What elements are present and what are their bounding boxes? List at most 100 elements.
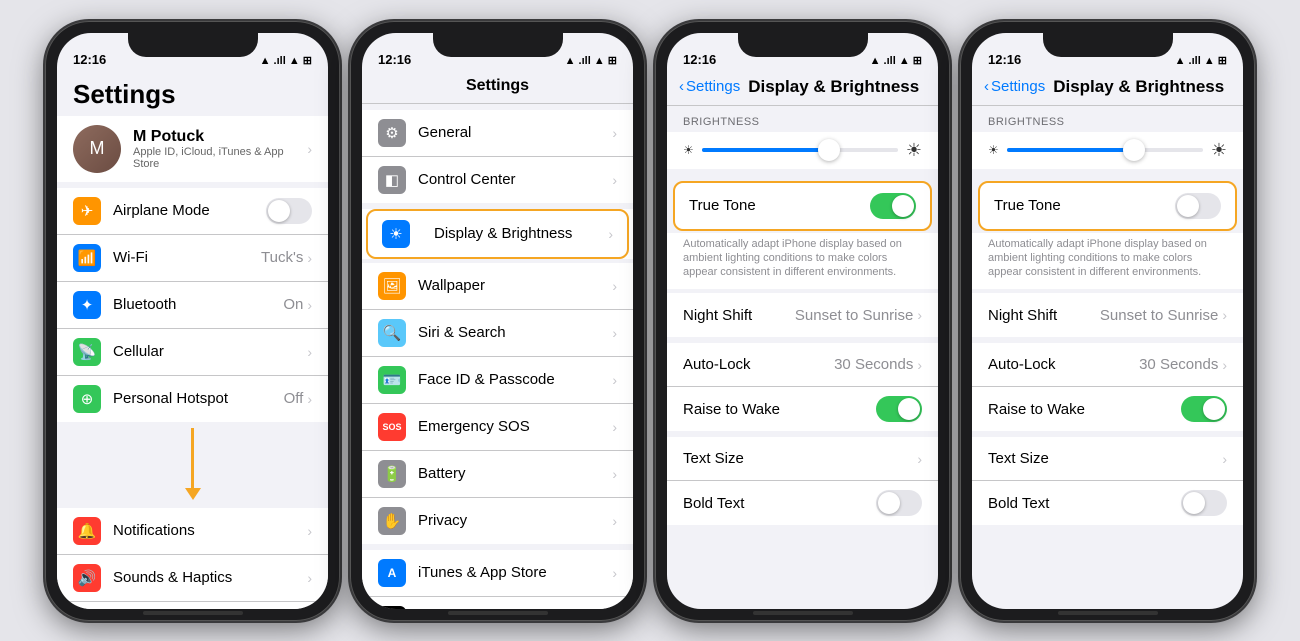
display-rows-group-4: Night Shift Sunset to Sunrise ›	[972, 293, 1243, 337]
true-tone-label-4: True Tone	[994, 197, 1175, 214]
true-tone-row-3[interactable]: True Tone	[675, 183, 930, 229]
status-icons-2: ▲ .ıll ▲ ⊞	[565, 54, 617, 67]
auto-lock-label-4: Auto-Lock	[988, 356, 1139, 373]
true-tone-label-3: True Tone	[689, 197, 870, 214]
menu-group2: 🖼 Wallpaper › 🔍 Siri & Search › 🪪 Face I…	[362, 263, 633, 544]
text-size-row-4[interactable]: Text Size ›	[972, 437, 1243, 481]
auto-lock-row-3[interactable]: Auto-Lock 30 Seconds ›	[667, 343, 938, 387]
screen-3: 12:16 ▲ .ıll ▲ ⊞ ‹ Settings Display & Br…	[667, 33, 938, 609]
true-tone-desc-3: Automatically adapt iPhone display based…	[667, 233, 938, 290]
emergency-sos-row[interactable]: SOS Emergency SOS ›	[362, 404, 633, 451]
brightness-thumb-4[interactable]	[1123, 139, 1145, 161]
raise-to-wake-row-4[interactable]: Raise to Wake	[972, 387, 1243, 431]
control-center-row[interactable]: ◧ Control Center ›	[362, 157, 633, 203]
settings-nav-header: Settings	[362, 71, 633, 104]
text-group-4: Text Size › Bold Text	[972, 437, 1243, 525]
display-highlighted-container[interactable]: ☀ Display & Brightness ›	[362, 209, 633, 259]
notifications-label: Notifications	[113, 522, 307, 539]
face-id-row[interactable]: 🪪 Face ID & Passcode ›	[362, 357, 633, 404]
battery-icon: 🔋	[378, 460, 406, 488]
emergency-sos-label: Emergency SOS	[418, 418, 612, 435]
raise-to-wake-toggle-4[interactable]	[1181, 396, 1227, 422]
battery-label: Battery	[418, 465, 612, 482]
profile-subtitle: Apple ID, iCloud, iTunes & App Store	[133, 146, 307, 170]
hotspot-row[interactable]: ⊕ Personal Hotspot Off ›	[57, 376, 328, 422]
wallet-row[interactable]: 👜 Wallet & Apple Pay ›	[362, 597, 633, 609]
wallpaper-row[interactable]: 🖼 Wallpaper ›	[362, 263, 633, 310]
brightness-fill-3	[702, 148, 829, 152]
hotspot-chevron: ›	[307, 391, 312, 407]
brightness-thumb-3[interactable]	[818, 139, 840, 161]
bold-text-row-3[interactable]: Bold Text	[667, 481, 938, 525]
true-tone-toggle-4[interactable]	[1175, 193, 1221, 219]
back-button-4[interactable]: ‹ Settings	[984, 78, 1045, 95]
general-menu-label: General	[418, 124, 612, 141]
notifications-row[interactable]: 🔔 Notifications ›	[57, 508, 328, 555]
text-size-row-3[interactable]: Text Size ›	[667, 437, 938, 481]
menu-group1: ⚙ General › ◧ Control Center ›	[362, 110, 633, 203]
back-button-3[interactable]: ‹ Settings	[679, 78, 740, 95]
bluetooth-row[interactable]: ✦ Bluetooth On ›	[57, 282, 328, 329]
raise-to-wake-label-4: Raise to Wake	[988, 401, 1181, 418]
brightness-row-4[interactable]: ☀ ☀	[972, 132, 1243, 169]
profile-row[interactable]: M M Potuck Apple ID, iCloud, iTunes & Ap…	[57, 116, 328, 182]
brightness-row-3[interactable]: ☀ ☀	[667, 132, 938, 169]
airplane-toggle[interactable]	[266, 198, 312, 224]
hotspot-label: Personal Hotspot	[113, 390, 284, 407]
airplane-row[interactable]: ✈ Airplane Mode	[57, 188, 328, 235]
auto-lock-row-4[interactable]: Auto-Lock 30 Seconds ›	[972, 343, 1243, 387]
bold-text-toggle-3[interactable]	[876, 490, 922, 516]
status-time-4: 12:16	[988, 52, 1021, 67]
battery-chevron: ›	[612, 466, 617, 482]
true-tone-highlighted-3[interactable]: True Tone	[673, 181, 932, 231]
bold-text-toggle-4[interactable]	[1181, 490, 1227, 516]
auto-lock-label-3: Auto-Lock	[683, 356, 834, 373]
raise-to-wake-row-3[interactable]: Raise to Wake	[667, 387, 938, 431]
face-id-icon: 🪪	[378, 366, 406, 394]
arrow-indicator	[185, 428, 201, 500]
sounds-row[interactable]: 🔊 Sounds & Haptics ›	[57, 555, 328, 602]
back-label-3: Settings	[686, 78, 740, 95]
privacy-icon: ✋	[378, 507, 406, 535]
wallpaper-label: Wallpaper	[418, 277, 612, 294]
itunes-row[interactable]: A iTunes & App Store ›	[362, 550, 633, 597]
night-shift-row-4[interactable]: Night Shift Sunset to Sunrise ›	[972, 293, 1243, 337]
notch-4	[1043, 33, 1173, 57]
text-size-label-3: Text Size	[683, 450, 917, 467]
siri-row[interactable]: 🔍 Siri & Search ›	[362, 310, 633, 357]
battery-row[interactable]: 🔋 Battery ›	[362, 451, 633, 498]
display-highlighted-row[interactable]: ☀ Display & Brightness ›	[366, 209, 629, 259]
status-time-2: 12:16	[378, 52, 411, 67]
control-center-chevron: ›	[612, 172, 617, 188]
bold-text-row-4[interactable]: Bold Text	[972, 481, 1243, 525]
brightness-track-3[interactable]	[702, 148, 898, 152]
status-icons-1: ▲ .ıll ▲ ⊞	[260, 54, 312, 67]
general-menu-row[interactable]: ⚙ General ›	[362, 110, 633, 157]
privacy-label: Privacy	[418, 512, 612, 529]
cellular-row[interactable]: 📡 Cellular ›	[57, 329, 328, 376]
notifications-chevron: ›	[307, 523, 312, 539]
face-id-chevron: ›	[612, 372, 617, 388]
brightness-track-4[interactable]	[1007, 148, 1203, 152]
status-time-1: 12:16	[73, 52, 106, 67]
privacy-row[interactable]: ✋ Privacy ›	[362, 498, 633, 544]
true-tone-highlighted-4[interactable]: True Tone	[978, 181, 1237, 231]
night-shift-row-3[interactable]: Night Shift Sunset to Sunrise ›	[667, 293, 938, 337]
back-label-4: Settings	[991, 78, 1045, 95]
night-shift-chevron-4: ›	[1222, 307, 1227, 323]
sun-large-icon-3: ☀	[906, 140, 922, 161]
true-tone-toggle-3[interactable]	[870, 193, 916, 219]
true-tone-row-4[interactable]: True Tone	[980, 183, 1235, 229]
home-indicator-1	[143, 611, 243, 615]
general-menu-icon: ⚙	[378, 119, 406, 147]
dnd-row[interactable]: 🌙 Do Not Disturb ›	[57, 602, 328, 609]
menu-group3: A iTunes & App Store › 👜 Wallet & Apple …	[362, 550, 633, 609]
raise-to-wake-toggle-3[interactable]	[876, 396, 922, 422]
wifi-row[interactable]: 📶 Wi-Fi Tuck's ›	[57, 235, 328, 282]
bold-text-label-3: Bold Text	[683, 495, 876, 512]
auto-lock-group-4: Auto-Lock 30 Seconds › Raise to Wake	[972, 343, 1243, 431]
cellular-chevron: ›	[307, 344, 312, 360]
cellular-label: Cellular	[113, 343, 307, 360]
display-brightness-title-3: Display & Brightness	[748, 77, 919, 97]
profile-group[interactable]: M M Potuck Apple ID, iCloud, iTunes & Ap…	[57, 116, 328, 182]
